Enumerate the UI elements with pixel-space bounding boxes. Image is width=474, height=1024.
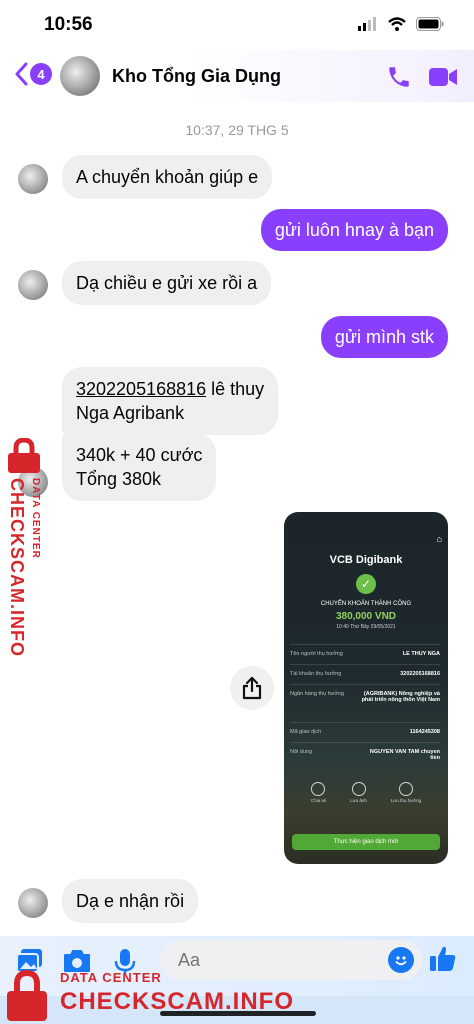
share-icon — [311, 782, 326, 796]
watermark-brand: CHECKSCAM.INFO — [60, 988, 294, 1015]
watermark-tagline: DATA CENTER — [30, 478, 41, 559]
save-image-action: Lưu ảnh — [350, 782, 367, 803]
message-outgoing[interactable]: gửi mình stk — [320, 316, 448, 358]
video-camera-icon — [429, 68, 457, 86]
phone-icon — [389, 67, 409, 87]
action-label: Lưu thụ hưởng — [390, 798, 422, 803]
watermark-tagline: DATA CENTER — [60, 970, 162, 985]
message-line: Nga Agribank — [76, 403, 185, 423]
watermark-bottom: DATA CENTER CHECKSCAM.INFO — [2, 966, 302, 1022]
battery-icon — [416, 17, 444, 31]
receipt-value: LE THUY NGA — [402, 651, 440, 657]
message-text: lê thuy — [206, 379, 265, 399]
receipt-label: Mã giao dịch — [290, 729, 322, 735]
message-incoming[interactable]: Dạ chiều e gửi xe rồi a — [62, 261, 272, 305]
lock-icon — [8, 438, 40, 473]
wifi-icon — [388, 17, 406, 31]
receipt-value: 1164245308 — [409, 729, 440, 735]
video-call-button[interactable] — [428, 66, 458, 93]
camera-icon — [351, 782, 366, 796]
share-action: Chia sẻ — [311, 782, 326, 803]
receipt-label: Tên người thụ hưởng — [290, 651, 343, 657]
message-outgoing[interactable]: gửi luôn hnay à bạn — [260, 209, 448, 251]
sender-avatar — [18, 164, 48, 194]
message-line: 3202205168816 lê thuy — [76, 377, 264, 401]
watermark-brand: CHECKSCAM.INFO — [7, 478, 27, 657]
sender-avatar — [18, 270, 48, 300]
unread-badge: 4 — [30, 63, 52, 85]
action-label: Lưu ảnh — [350, 798, 367, 803]
receipt-value: 3202205168816 — [400, 671, 440, 677]
receipt-value: (AGRIBANK) Nông nghiệp và phát triển nôn… — [361, 691, 440, 703]
lock-icon — [7, 970, 47, 1021]
contact-name[interactable]: Kho Tổng Gia Dụng — [112, 66, 281, 87]
message-line: 340k + 40 cước — [76, 445, 203, 465]
message-incoming[interactable]: A chuyển khoản giúp e — [62, 155, 273, 199]
receipt-row: Ngân hàng thụ hưởng (AGRIBANK) Nông nghi… — [290, 684, 440, 703]
person-icon — [399, 782, 414, 796]
receipt-value: NGUYEN VAN TAM chuyen tien — [369, 749, 440, 761]
receipt-row: Nội dung NGUYEN VAN TAM chuyen tien — [290, 742, 440, 761]
signal-icon — [358, 17, 376, 31]
receipt-row: Tên người thụ hưởng LE THUY NGA — [290, 644, 440, 657]
receipt-actions: Chia sẻ Lưu ảnh Lưu thụ hưởng — [284, 782, 448, 803]
chat-header: 4 Kho Tổng Gia Dụng — [0, 50, 474, 102]
thread-timestamp: 10:37, 29 THG 5 — [185, 122, 289, 138]
status-bar: 10:56 — [0, 0, 474, 50]
call-button[interactable] — [386, 64, 412, 95]
home-icon: ⌂ — [436, 534, 442, 544]
receipt-row: Tài khoản thụ hưởng 3202205168816 — [290, 664, 440, 677]
account-number-link[interactable]: 3202205168816 — [76, 379, 206, 399]
share-icon — [242, 676, 262, 700]
receipt-label: Tài khoản thụ hưởng — [290, 671, 342, 677]
like-button[interactable] — [428, 944, 458, 979]
message-incoming[interactable]: 3202205168816 lê thuy Nga Agribank — [62, 367, 279, 435]
status-time: 10:56 — [44, 14, 93, 35]
action-label: Chia sẻ — [310, 798, 327, 803]
thumbs-up-icon — [430, 946, 456, 971]
smiley-icon — [395, 956, 407, 966]
shared-receipt-image[interactable]: ⌂ VCB Digibank ✓ CHUYỂN KHOẢN THÀNH CÔNG… — [284, 512, 448, 864]
new-transaction-button: Thực hiện giao dịch mới — [292, 834, 440, 850]
receipt-label: Nội dung — [290, 749, 313, 755]
transfer-datetime: 10:40 Thứ Bảy 29/05/2021 — [336, 624, 396, 630]
sender-avatar — [18, 888, 48, 918]
message-line: Tổng 380k — [76, 469, 162, 489]
bank-logo: VCB Digibank — [329, 554, 403, 566]
receipt-label: Ngân hàng thụ hưởng — [290, 691, 345, 697]
emoji-button[interactable] — [388, 947, 414, 973]
chevron-left-icon — [15, 62, 28, 86]
save-beneficiary-action: Lưu thụ hưởng — [391, 782, 421, 803]
transfer-amount: 380,000 VND — [335, 611, 397, 622]
back-button[interactable]: 4 — [14, 62, 52, 86]
message-incoming[interactable]: 340k + 40 cước Tổng 380k — [62, 433, 217, 501]
contact-avatar[interactable] — [60, 56, 100, 96]
transfer-status: CHUYỂN KHOẢN THÀNH CÔNG — [320, 601, 412, 607]
watermark-vertical: CHECKSCAM.INFO DATA CENTER — [2, 438, 46, 668]
status-icons — [358, 17, 444, 31]
check-icon: ✓ — [356, 574, 376, 594]
receipt-row: Mã giao dịch 1164245308 — [290, 722, 440, 735]
message-incoming[interactable]: Dạ e nhận rồi — [62, 879, 199, 923]
share-button[interactable] — [230, 666, 274, 710]
